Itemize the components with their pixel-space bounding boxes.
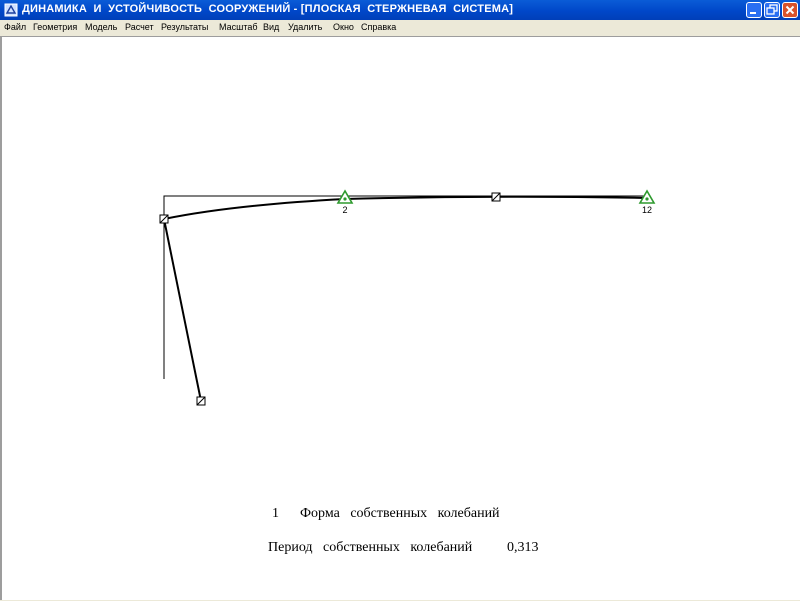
mode-shape-label: Форма собственных колебаний: [300, 506, 500, 521]
support-label-2: 2: [342, 205, 347, 215]
menu-analysis[interactable]: Расчет: [125, 22, 154, 32]
menu-file[interactable]: Файл: [4, 22, 26, 32]
menu-help[interactable]: Справка: [361, 22, 396, 32]
app-icon: [4, 3, 18, 17]
menu-model[interactable]: Модель: [85, 22, 117, 32]
period-value: 0,313: [507, 540, 539, 555]
minimize-icon: [750, 12, 756, 14]
menu-view[interactable]: Вид: [263, 22, 279, 32]
window-title: ДИНАМИКА И УСТОЙЧИВОСТЬ СООРУЖЕНИЙ - [ПЛ…: [22, 3, 514, 15]
title-bar: ДИНАМИКА И УСТОЙЧИВОСТЬ СООРУЖЕНИЙ - [ПЛ…: [0, 0, 800, 20]
mode-number: 1: [272, 506, 279, 521]
restore-button[interactable]: [764, 2, 780, 18]
original-frame: [163, 195, 647, 379]
node-marker[interactable]: [159, 214, 169, 224]
menu-delete[interactable]: Удалить: [288, 22, 322, 32]
deformed-beam-left: [163, 198, 346, 220]
menu-geometry[interactable]: Геометрия: [33, 22, 77, 32]
node-marker[interactable]: [491, 192, 501, 202]
node-marker[interactable]: [196, 396, 206, 406]
deformed-column: [163, 218, 202, 402]
support-label-12: 12: [642, 205, 652, 215]
restore-icon: [766, 4, 778, 15]
period-label: Период собственных колебаний: [268, 540, 473, 555]
minimize-button[interactable]: [746, 2, 762, 18]
menu-bar: Файл Геометрия Модель Расчет Результаты …: [0, 20, 800, 36]
menu-results[interactable]: Результаты: [161, 22, 208, 32]
close-icon: [785, 5, 795, 15]
support-node-2[interactable]: [336, 189, 354, 204]
menu-window[interactable]: Окно: [333, 22, 354, 32]
close-button[interactable]: [782, 2, 798, 18]
menu-scale[interactable]: Масштаб: [219, 22, 258, 32]
